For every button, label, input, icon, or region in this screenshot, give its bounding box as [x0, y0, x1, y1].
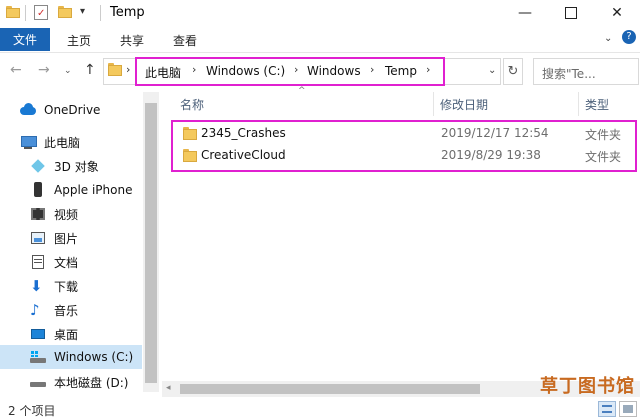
sidebar-item-desktop[interactable]: 桌面: [30, 323, 78, 345]
back-button[interactable]: ←: [10, 62, 22, 78]
sidebar-item-drive-d[interactable]: 本地磁盘 (D:): [30, 371, 128, 393]
music-note-icon: ♪: [30, 301, 40, 319]
toolbar-divider: [25, 5, 26, 21]
sidebar-item-pictures[interactable]: 图片: [30, 227, 78, 249]
ribbon-expand-icon[interactable]: ⌄: [604, 33, 612, 44]
3d-objects-icon: [30, 158, 46, 174]
sidebar-item-this-pc[interactable]: 此电脑: [20, 131, 80, 153]
tab-file[interactable]: 文件: [0, 28, 50, 51]
maximize-icon: [565, 7, 577, 19]
sidebar-scrollbar-thumb[interactable]: [145, 103, 157, 383]
chevron-down-icon: ⌄: [64, 66, 72, 76]
sidebar-item-label: 文档: [54, 255, 79, 270]
sidebar-item-label: 下载: [54, 279, 79, 294]
column-divider[interactable]: [578, 92, 579, 116]
address-highlight-box: [135, 57, 445, 86]
sidebar-item-label: Windows (C:): [54, 350, 134, 364]
sidebar-item-label: Apple iPhone: [54, 183, 133, 197]
chevron-down-icon: ⌄: [488, 65, 497, 76]
details-view-button[interactable]: [598, 401, 616, 417]
breadcrumb-separator: ›: [126, 63, 131, 76]
properties-checklist-icon[interactable]: ✓: [34, 5, 48, 20]
download-arrow-icon: ⬇: [30, 277, 43, 295]
pictures-icon: [30, 230, 46, 246]
refresh-button[interactable]: ↻: [503, 58, 523, 85]
phone-icon: [30, 182, 46, 198]
window-title: Temp: [110, 5, 145, 20]
large-icons-view-icon: [623, 405, 633, 413]
ribbon-bar: [0, 28, 640, 53]
close-icon: ✕: [611, 5, 623, 21]
folder-icon: [6, 5, 20, 19]
sidebar-item-onedrive[interactable]: OneDrive: [20, 99, 100, 121]
sidebar-item-label: 视频: [54, 207, 79, 222]
sidebar-item-music[interactable]: ♪ 音乐: [30, 299, 78, 321]
column-divider[interactable]: [433, 92, 434, 116]
minimize-button[interactable]: —: [502, 0, 548, 26]
sidebar-item-downloads[interactable]: ⬇ 下载: [30, 275, 78, 297]
sidebar-item-label: 音乐: [54, 303, 79, 318]
documents-icon: [30, 254, 46, 270]
back-arrow-icon: ←: [10, 62, 22, 78]
refresh-icon: ↻: [507, 64, 519, 79]
column-header-type[interactable]: 类型: [585, 96, 609, 113]
details-view-icon: [602, 405, 612, 413]
forward-arrow-icon: →: [38, 62, 50, 78]
tab-view[interactable]: 查看: [173, 32, 197, 49]
onedrive-cloud-icon: [20, 102, 36, 118]
drive-d-icon: [30, 374, 46, 390]
horizontal-scrollbar-thumb[interactable]: [180, 384, 480, 394]
forward-button[interactable]: →: [38, 62, 50, 78]
sidebar-item-documents[interactable]: 文档: [30, 251, 78, 273]
scroll-left-icon[interactable]: ◂: [166, 383, 171, 393]
sidebar-item-label: 此电脑: [44, 135, 81, 150]
column-header-date[interactable]: 修改日期: [440, 96, 488, 113]
column-header-name[interactable]: 名称: [180, 96, 204, 113]
search-input[interactable]: 搜索"Te...: [533, 58, 639, 85]
sort-ascending-icon: ^: [298, 86, 306, 96]
large-icons-view-button[interactable]: [619, 401, 637, 417]
close-button[interactable]: ✕: [594, 0, 640, 26]
maximize-button[interactable]: [548, 0, 594, 26]
video-icon: [30, 206, 46, 222]
status-item-count: 2 个项目: [8, 404, 56, 418]
watermark-text: 草丁图书馆: [540, 376, 635, 397]
address-history-dropdown[interactable]: ⌄: [488, 65, 496, 76]
rows-highlight-box: [171, 120, 637, 172]
sidebar-item-label: 3D 对象: [54, 159, 99, 174]
new-folder-icon[interactable]: [58, 5, 72, 19]
sidebar-item-label: OneDrive: [44, 103, 101, 117]
sidebar-item-videos[interactable]: 视频: [30, 203, 78, 225]
up-arrow-icon: ↑: [84, 62, 96, 78]
address-folder-icon: [108, 62, 122, 76]
minimize-icon: —: [518, 5, 532, 21]
tab-home[interactable]: 主页: [67, 32, 91, 49]
help-icon[interactable]: ?: [622, 30, 636, 44]
up-button[interactable]: ↑: [84, 62, 96, 78]
tab-share[interactable]: 共享: [120, 32, 144, 49]
drive-c-icon: [30, 349, 46, 365]
sidebar-item-drive-c[interactable]: Windows (C:): [30, 346, 133, 368]
desktop-icon: [30, 326, 46, 342]
quick-access-dropdown-icon[interactable]: ▾: [80, 6, 85, 17]
sidebar-item-label: 桌面: [54, 327, 79, 342]
sidebar-item-iphone[interactable]: Apple iPhone: [30, 179, 132, 201]
recent-locations-button[interactable]: ⌄: [64, 66, 72, 76]
title-divider: [100, 5, 101, 21]
sidebar-item-label: 本地磁盘 (D:): [54, 375, 129, 390]
computer-icon: [20, 134, 37, 150]
sidebar-item-label: 图片: [54, 231, 79, 246]
sidebar-item-3d-objects[interactable]: 3D 对象: [30, 155, 99, 177]
